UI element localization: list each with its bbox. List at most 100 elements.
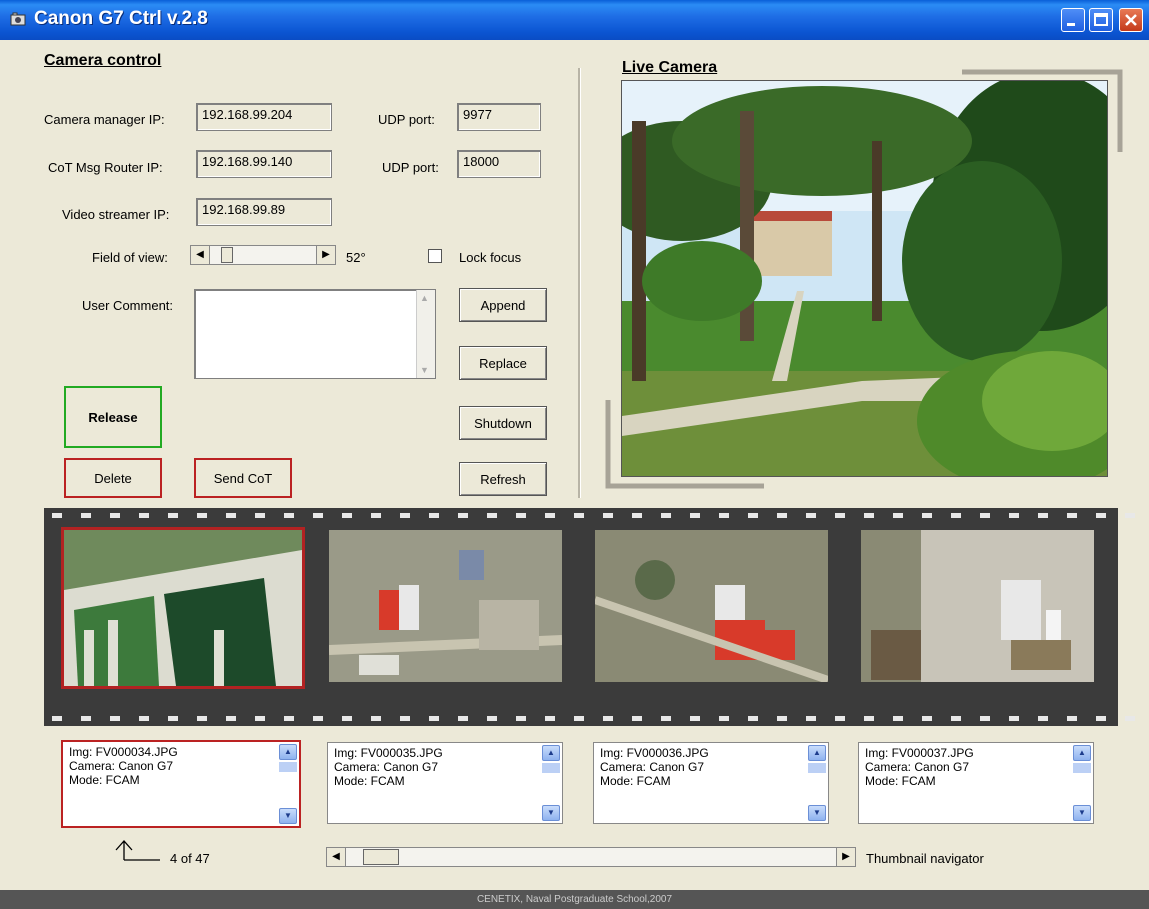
film-perforation: [864, 513, 874, 518]
user-comment-textarea[interactable]: ▲ ▼: [194, 289, 436, 379]
scroll-down-icon[interactable]: ▼: [808, 805, 826, 821]
refresh-button[interactable]: Refresh: [459, 462, 547, 496]
field-of-view-slider[interactable]: ◀ ▶: [190, 245, 336, 265]
thumbnail-camera: Camera: Canon G7: [600, 760, 705, 774]
thumbnail-info-4[interactable]: Img: FV000037.JPG Camera: Canon G7 Mode:…: [858, 742, 1094, 824]
video-streamer-ip-field[interactable]: 192.168.99.89: [196, 198, 332, 226]
film-perforation: [545, 513, 555, 518]
scroll-down-icon[interactable]: ▼: [1073, 805, 1091, 821]
film-perforation: [1067, 513, 1077, 518]
film-perforation: [690, 513, 700, 518]
info-scrollbar[interactable]: ▲ ▼: [279, 744, 297, 824]
arrow-left-icon[interactable]: ◀: [327, 848, 346, 866]
film-perforation: [516, 716, 526, 721]
thumbnail-filmstrip: [44, 508, 1135, 726]
film-perforation: [893, 716, 903, 721]
scroll-down-icon[interactable]: ▼: [420, 365, 429, 375]
film-perforation: [951, 716, 961, 721]
film-perforation: [980, 716, 990, 721]
thumbnail-img-name: Img: FV000035.JPG: [334, 746, 443, 760]
film-perforation: [81, 513, 91, 518]
film-perforation: [313, 513, 323, 518]
scroll-up-icon[interactable]: ▲: [542, 745, 560, 761]
scroll-thumb[interactable]: [279, 762, 297, 772]
thumbnail-image-3[interactable]: [595, 530, 828, 682]
info-scrollbar[interactable]: ▲ ▼: [808, 745, 826, 821]
film-perforation: [922, 716, 932, 721]
live-camera-view[interactable]: [621, 80, 1108, 477]
field-of-view-label: Field of view:: [92, 250, 168, 265]
film-perforation: [806, 716, 816, 721]
film-perforation: [1125, 513, 1135, 518]
scroll-thumb[interactable]: [542, 763, 560, 773]
film-perforation: [255, 716, 265, 721]
camera-icon: [10, 12, 26, 26]
thumbnail-img-name: Img: FV000036.JPG: [600, 746, 709, 760]
film-perforation: [429, 716, 439, 721]
udp-port-field-1[interactable]: 9977: [457, 103, 541, 131]
thumbnail-image-1[interactable]: [61, 527, 305, 689]
film-perforation: [719, 716, 729, 721]
replace-button[interactable]: Replace: [459, 346, 547, 380]
lock-focus-checkbox[interactable]: [428, 249, 442, 263]
thumbnail-info-1[interactable]: Img: FV000034.JPG Camera: Canon G7 Mode:…: [61, 740, 301, 828]
minimize-icon[interactable]: [1061, 8, 1085, 32]
thumbnail-navigator-scrollbar[interactable]: ◀ ▶: [326, 847, 856, 867]
cot-router-ip-label: CoT Msg Router IP:: [48, 160, 163, 175]
lock-focus-label: Lock focus: [459, 250, 522, 265]
scroll-thumb[interactable]: [808, 763, 826, 773]
shutdown-button[interactable]: Shutdown: [459, 406, 547, 440]
camera-manager-ip-label: Camera manager IP:: [44, 112, 165, 127]
film-perforation: [893, 513, 903, 518]
scroll-up-icon[interactable]: ▲: [420, 293, 429, 303]
film-perforation: [748, 513, 758, 518]
title-bar[interactable]: Canon G7 Ctrl v.2.8: [0, 0, 1149, 40]
scroll-down-icon[interactable]: ▼: [542, 805, 560, 821]
film-perforation: [748, 716, 758, 721]
film-perforation: [1038, 716, 1048, 721]
thumbnail-img-name: Img: FV000034.JPG: [69, 745, 178, 759]
arrow-right-icon[interactable]: ▶: [316, 246, 335, 264]
camera-manager-ip-field[interactable]: 192.168.99.204: [196, 103, 332, 131]
thumbnail-mode: Mode: FCAM: [600, 774, 671, 788]
film-perforation: [458, 513, 468, 518]
film-perforation: [371, 716, 381, 721]
scroll-up-icon[interactable]: ▲: [808, 745, 826, 761]
film-perforation: [1009, 513, 1019, 518]
arrow-right-icon[interactable]: ▶: [836, 848, 855, 866]
info-scrollbar[interactable]: ▲ ▼: [1073, 745, 1091, 821]
slider-thumb[interactable]: [220, 247, 233, 263]
film-perforation: [835, 513, 845, 518]
close-icon[interactable]: [1119, 8, 1143, 32]
user-comment-label: User Comment:: [82, 298, 174, 313]
scroll-up-icon[interactable]: ▲: [279, 744, 297, 760]
field-of-view-value: 52°: [346, 250, 366, 265]
udp-port-field-2[interactable]: 18000: [457, 150, 541, 178]
arrow-left-icon[interactable]: ◀: [191, 246, 210, 264]
scroll-thumb[interactable]: [1073, 763, 1091, 773]
scroll-up-icon[interactable]: ▲: [1073, 745, 1091, 761]
navigator-thumb[interactable]: [363, 849, 400, 865]
film-perforation: [284, 513, 294, 518]
release-button[interactable]: Release: [64, 386, 162, 448]
film-perforation: [110, 716, 120, 721]
comment-scrollbar[interactable]: ▲ ▼: [416, 290, 435, 378]
thumbnail-camera: Camera: Canon G7: [69, 759, 174, 773]
thumbnail-info-2[interactable]: Img: FV000035.JPG Camera: Canon G7 Mode:…: [327, 742, 563, 824]
thumbnail-info-3[interactable]: Img: FV000036.JPG Camera: Canon G7 Mode:…: [593, 742, 829, 824]
send-cot-button[interactable]: Send CoT: [194, 458, 292, 498]
film-perforation: [661, 513, 671, 518]
film-perforation: [516, 513, 526, 518]
thumbnail-image-4[interactable]: [861, 530, 1094, 682]
cot-router-ip-field[interactable]: 192.168.99.140: [196, 150, 332, 178]
delete-button[interactable]: Delete: [64, 458, 162, 498]
info-scrollbar[interactable]: ▲ ▼: [542, 745, 560, 821]
scroll-down-icon[interactable]: ▼: [279, 808, 297, 824]
film-perforation: [226, 513, 236, 518]
film-perforation: [81, 716, 91, 721]
append-button[interactable]: Append: [459, 288, 547, 322]
thumbnail-img-name: Img: FV000037.JPG: [865, 746, 974, 760]
thumbnail-image-2[interactable]: [329, 530, 562, 682]
maximize-icon[interactable]: [1089, 8, 1113, 32]
film-perforation: [1009, 716, 1019, 721]
